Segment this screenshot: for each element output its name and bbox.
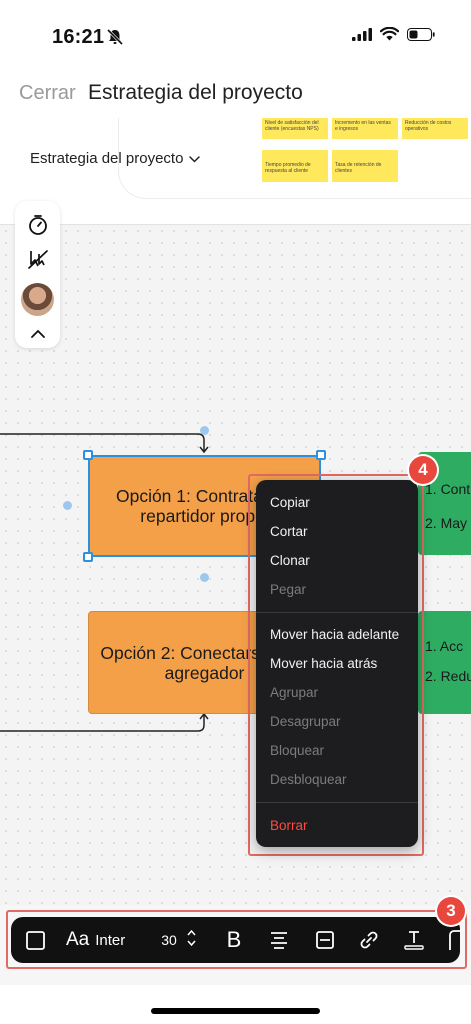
menu-item-delete[interactable]: Borrar — [270, 818, 308, 833]
menu-item-lock[interactable]: Bloquear — [270, 743, 324, 758]
step-badge: 3 — [437, 897, 465, 925]
timer-icon[interactable] — [25, 212, 50, 237]
font-size-stepper[interactable]: 30 — [156, 917, 201, 963]
bottom-safe-area — [0, 985, 471, 1024]
outcome-1-line: 2. May — [425, 515, 468, 531]
menu-item-bring-forward[interactable]: Mover hacia adelante — [270, 627, 399, 642]
format-toolbar: Aa Inter 30 B — [11, 917, 460, 963]
shape-style-button[interactable] — [23, 917, 47, 963]
outcome-2-shape[interactable]: 1. Acc 2. Redu — [418, 611, 471, 714]
side-toolbar — [15, 201, 60, 348]
chevron-up-icon[interactable] — [25, 321, 50, 346]
context-menu: Copiar Cortar Clonar Pegar Mover hacia a… — [256, 480, 418, 847]
resize-handle[interactable] — [316, 450, 326, 460]
link-icon[interactable] — [356, 917, 382, 963]
vertical-align-icon[interactable] — [312, 917, 338, 963]
outcome-1-line: 1. Cont — [425, 481, 471, 497]
menu-item-cut[interactable]: Cortar — [270, 524, 308, 539]
font-size-value: 30 — [161, 932, 177, 948]
menu-item-unlock[interactable]: Desbloquear — [270, 772, 347, 787]
menu-divider — [256, 802, 418, 803]
menu-item-paste[interactable]: Pegar — [270, 582, 306, 597]
connection-point[interactable] — [200, 426, 209, 435]
collaboration-cursors-icon[interactable] — [25, 246, 50, 271]
menu-item-send-backward[interactable]: Mover hacia atrás — [270, 656, 377, 671]
menu-divider — [256, 612, 418, 613]
resize-handle[interactable] — [83, 450, 93, 460]
menu-item-copy[interactable]: Copiar — [270, 495, 310, 510]
font-name: Inter — [95, 931, 126, 949]
home-indicator[interactable] — [151, 1008, 320, 1014]
font-family-button[interactable]: Aa Inter — [66, 917, 138, 963]
menu-item-clone[interactable]: Clonar — [270, 553, 310, 568]
text-color-icon[interactable] — [401, 917, 427, 963]
stepper-arrows-icon — [187, 929, 196, 952]
outcome-2-line: 2. Redu — [425, 668, 471, 684]
resize-handle[interactable] — [83, 552, 93, 562]
connection-point[interactable] — [63, 501, 72, 510]
outcome-2-line: 1. Acc — [425, 638, 464, 654]
align-center-icon[interactable] — [266, 917, 292, 963]
bold-button[interactable]: B — [221, 917, 247, 963]
connection-point[interactable] — [200, 573, 209, 582]
font-glyph: Aa — [66, 929, 90, 950]
menu-item-ungroup[interactable]: Desagrupar — [270, 714, 341, 729]
menu-item-group[interactable]: Agrupar — [270, 685, 318, 700]
step-badge: 4 — [409, 456, 437, 484]
avatar[interactable] — [21, 283, 54, 316]
